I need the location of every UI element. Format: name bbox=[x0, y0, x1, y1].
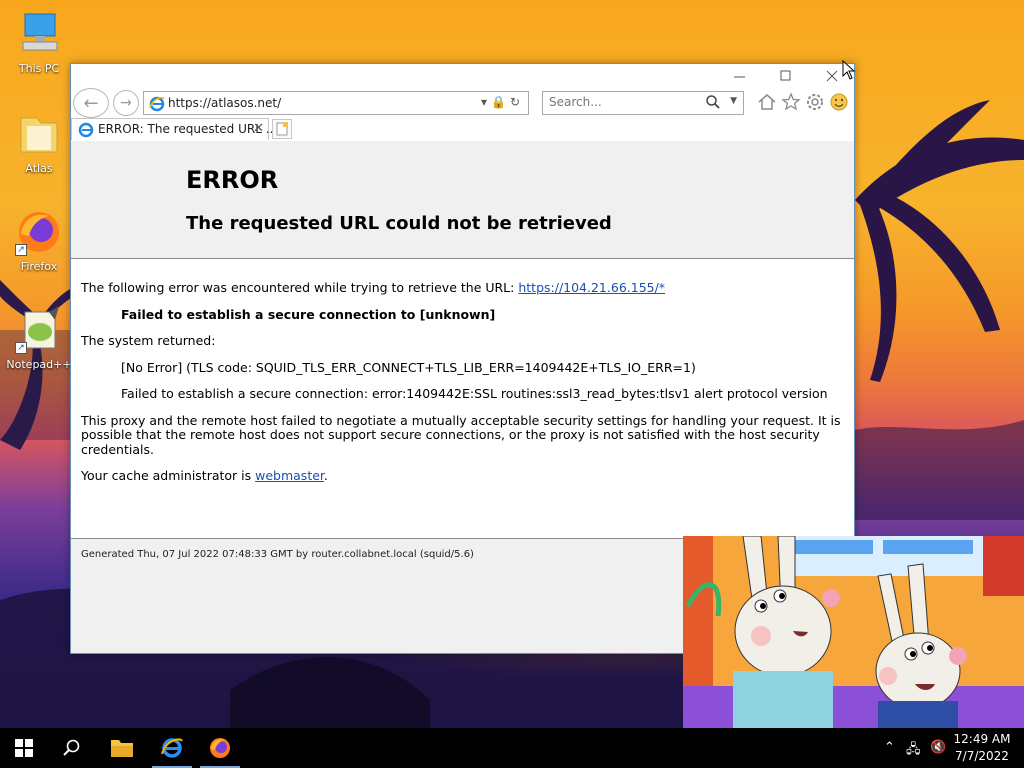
search-dropdown-icon[interactable]: ▼ bbox=[730, 96, 737, 106]
search-icon[interactable] bbox=[705, 94, 721, 110]
taskbar-firefox[interactable] bbox=[196, 728, 244, 768]
lock-icon[interactable]: 🔒 bbox=[491, 95, 510, 109]
title-bar[interactable] bbox=[71, 64, 854, 86]
error-title: ERROR bbox=[186, 166, 279, 194]
mouse-cursor-icon bbox=[842, 60, 856, 80]
ie-favicon-icon bbox=[149, 96, 165, 112]
maximize-icon bbox=[780, 70, 791, 81]
navigation-bar: ← → https://atlasos.net/ ▾🔒↻ ▼ bbox=[71, 86, 854, 118]
computer-icon bbox=[15, 10, 63, 58]
windows-logo-icon bbox=[15, 739, 33, 757]
tab-close-icon[interactable]: ✕ bbox=[253, 121, 264, 136]
address-url: https://atlasos.net/ bbox=[168, 96, 282, 110]
back-button[interactable]: ← bbox=[73, 88, 109, 118]
minimize-button[interactable] bbox=[717, 66, 763, 86]
system-tray: ⌃ 🖧 🔇 12:49 AM 7/7/2022 bbox=[884, 728, 1024, 768]
desktop-icon-label: Notepad++ bbox=[6, 358, 72, 371]
cartoon-video-frame bbox=[683, 536, 1024, 728]
shortcut-arrow-icon: ↗ bbox=[15, 244, 27, 256]
desktop-icon-label: This PC bbox=[18, 62, 60, 75]
error-body: The following error was encountered whil… bbox=[81, 280, 841, 496]
desktop-icon-label: Firefox bbox=[20, 260, 58, 273]
taskbar-internet-explorer[interactable] bbox=[148, 728, 196, 768]
refresh-icon[interactable]: ↻ bbox=[510, 95, 524, 109]
volume-muted-icon[interactable]: 🔇 bbox=[930, 740, 946, 755]
internet-explorer-icon bbox=[161, 738, 183, 758]
address-tools: ▾🔒↻ bbox=[481, 95, 524, 109]
requested-url-link[interactable]: https://104.21.66.155/* bbox=[518, 280, 665, 295]
back-arrow-icon: ← bbox=[83, 92, 99, 114]
new-tab-button[interactable] bbox=[272, 119, 292, 139]
failed-message-text: Failed to establish a secure connection … bbox=[121, 306, 496, 322]
error-subtitle: The requested URL could not be retrieved bbox=[186, 213, 612, 234]
ie-favicon-icon bbox=[78, 122, 94, 138]
error-code: [No Error] (TLS code: SQUID_TLS_ERR_CONN… bbox=[121, 359, 696, 375]
folder-icon bbox=[111, 740, 133, 757]
notepad-plus-plus-icon: ↗ bbox=[15, 306, 63, 354]
shortcut-arrow-icon: ↗ bbox=[15, 342, 27, 354]
maximize-button[interactable] bbox=[763, 66, 809, 86]
admin-suffix: . bbox=[323, 468, 328, 483]
search-input[interactable] bbox=[549, 95, 699, 109]
settings-gear-icon[interactable] bbox=[805, 92, 825, 112]
admin-paragraph: Your cache administrator is webmaster. bbox=[81, 468, 841, 484]
firefox-icon bbox=[210, 738, 230, 758]
error-detail: Failed to establish a secure connection:… bbox=[121, 386, 828, 401]
desktop-icon-notepad-plus-plus[interactable]: ↗ Notepad++ bbox=[4, 306, 74, 371]
desktop-icon-this-pc[interactable]: This PC bbox=[4, 10, 74, 75]
clock[interactable]: 12:49 AM 7/7/2022 bbox=[952, 731, 1012, 765]
close-icon bbox=[826, 70, 838, 82]
forward-arrow-icon: → bbox=[120, 95, 132, 111]
address-bar[interactable]: https://atlasos.net/ ▾🔒↻ bbox=[143, 91, 529, 115]
search-box[interactable]: ▼ bbox=[542, 91, 744, 115]
desktop-icon-label: Atlas bbox=[25, 162, 53, 175]
video-overlay[interactable] bbox=[683, 536, 1024, 728]
intro-text: The following error was encountered whil… bbox=[81, 280, 519, 295]
clock-time: 12:49 AM bbox=[953, 732, 1011, 746]
tab-active[interactable]: ERROR: The requested URL ... ✕ bbox=[71, 118, 277, 140]
footer-text: Generated Thu, 07 Jul 2022 07:48:33 GMT … bbox=[81, 549, 474, 560]
desktop-icon-firefox[interactable]: ↗ Firefox bbox=[4, 208, 74, 273]
firefox-icon: ↗ bbox=[15, 208, 63, 256]
home-icon[interactable] bbox=[757, 92, 777, 112]
error-header: ERROR The requested URL could not be ret… bbox=[71, 141, 854, 259]
favorites-star-icon[interactable] bbox=[781, 92, 801, 112]
feedback-smiley-icon[interactable] bbox=[829, 92, 849, 112]
taskbar-file-explorer[interactable] bbox=[98, 728, 146, 768]
new-tab-icon bbox=[276, 122, 288, 136]
start-button[interactable] bbox=[0, 728, 48, 768]
admin-prefix: Your cache administrator is bbox=[81, 468, 256, 483]
network-icon[interactable]: 🖧 bbox=[906, 740, 921, 762]
explanation-paragraph: This proxy and the remote host failed to… bbox=[81, 412, 841, 457]
tab-title: ERROR: The requested URL ... bbox=[98, 122, 278, 136]
desktop-icon-atlas[interactable]: Atlas bbox=[4, 110, 74, 175]
webmaster-link[interactable]: webmaster bbox=[255, 468, 324, 483]
folder-icon bbox=[15, 110, 63, 158]
failed-message: Failed to establish a secure connection … bbox=[121, 306, 841, 323]
taskbar: ⌃ 🖧 🔇 12:49 AM 7/7/2022 bbox=[0, 728, 1024, 768]
search-icon bbox=[63, 739, 80, 756]
intro-paragraph: The following error was encountered whil… bbox=[81, 280, 841, 296]
show-hidden-icons-icon[interactable]: ⌃ bbox=[884, 740, 895, 755]
system-returned-label: The system returned: bbox=[81, 333, 216, 348]
forward-button[interactable]: → bbox=[113, 90, 139, 116]
tab-bar: ERROR: The requested URL ... ✕ bbox=[71, 118, 854, 140]
clock-date: 7/7/2022 bbox=[955, 749, 1009, 763]
search-button[interactable] bbox=[48, 728, 96, 768]
dropdown-icon[interactable]: ▾ bbox=[481, 95, 491, 109]
minimize-icon bbox=[734, 76, 745, 78]
